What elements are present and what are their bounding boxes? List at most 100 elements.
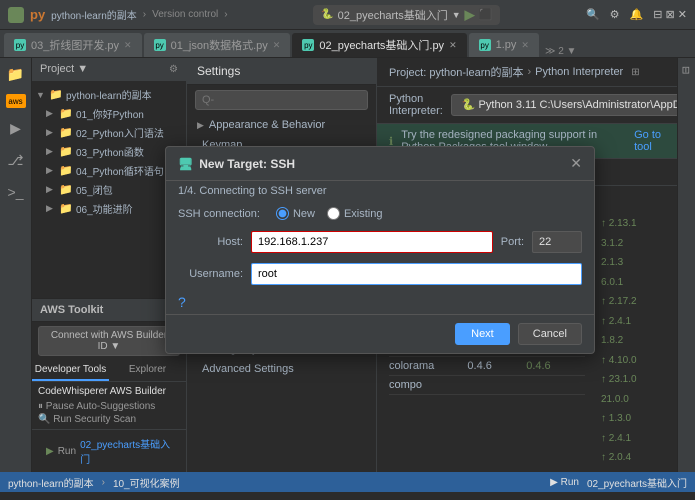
terminal-icon[interactable]: >_	[4, 180, 28, 204]
ssh-dialog: 🖥 New Target: SSH ✕ 1/4. Connecting to S…	[165, 146, 595, 354]
git-icon[interactable]: ⎇	[4, 148, 28, 172]
tab-03-py[interactable]: py 03_折线图开发.py ✕	[4, 33, 142, 57]
tree-item-01-label: 01_你好Python	[76, 106, 144, 121]
tree-item-01[interactable]: ▶ 📁 01_你好Python	[42, 104, 186, 123]
run-button-side[interactable]: ▶ Run 02_pyecharts基础入门	[38, 434, 180, 468]
run-icon-side[interactable]: ▶	[4, 116, 28, 140]
nav-appearance[interactable]: ▶ Appearance & Behavior	[187, 115, 376, 135]
cancel-button[interactable]: Cancel	[518, 323, 582, 345]
tree-item-02[interactable]: ▶ 📁 02_Python入门语法	[42, 123, 186, 142]
content-breadcrumb: Project: python-learn的副本 › Python Interp…	[377, 58, 677, 87]
tab-1-close[interactable]: ✕	[521, 40, 529, 51]
next-button[interactable]: Next	[455, 323, 510, 345]
tab-bar-row1: py 03_折线图开发.py ✕ py 01_json数据格式.py ✕ py …	[0, 30, 695, 58]
ssh-dialog-header: 🖥 New Target: SSH ✕	[166, 147, 594, 181]
tab-1-py[interactable]: py 1.py ✕	[469, 33, 539, 57]
bottom-bar: python-learn的副本 › 10_可视化案例 ▶ Run 02_pyec…	[0, 472, 695, 492]
settings-icon[interactable]: ⚙	[610, 8, 620, 21]
settings-title: Settings	[197, 64, 240, 78]
aws-builder-btn[interactable]: Connect with AWS Builder ID ▼	[38, 326, 180, 356]
project-menu[interactable]: py	[30, 7, 45, 22]
radio-existing[interactable]: Existing	[327, 207, 383, 220]
settings-search-box	[187, 85, 376, 115]
nav-advanced[interactable]: Advanced Settings	[187, 359, 376, 379]
radio-existing-label: Existing	[344, 208, 383, 220]
tree-root[interactable]: ▼ 📁 python-learn的副本	[32, 85, 186, 104]
port-label: Port:	[501, 236, 524, 248]
ssh-close-btn[interactable]: ✕	[570, 155, 582, 172]
dev-tools-tabs: Developer Tools Explorer	[32, 360, 186, 382]
run-config-name: 02_pyecharts基础入门	[338, 7, 448, 23]
version-control-label[interactable]: Version control	[152, 9, 218, 20]
radio-new[interactable]: New	[276, 207, 315, 220]
tree-item-05-label: 05_闭包	[76, 182, 113, 197]
tab-1-label: 1.py	[496, 39, 517, 51]
run-section: ▶ Run 02_pyecharts基础入门	[32, 429, 186, 472]
project-panel-header: Project ▼ ⚙	[32, 58, 186, 81]
py-icon-02: py	[302, 39, 314, 51]
username-label: Username:	[178, 268, 243, 280]
py-icon-1: py	[479, 39, 491, 51]
tree-item-02-label: 02_Python入门语法	[76, 125, 164, 140]
stop-button-top[interactable]: ⬛	[479, 8, 493, 21]
project-tree: ▼ 📁 python-learn的副本 ▶ 📁 01_你好Python ▶ 📁 …	[32, 81, 186, 298]
aws-section-header: AWS Toolkit	[32, 298, 186, 322]
project-settings[interactable]: ⚙	[169, 64, 178, 75]
tab-03-label: 03_折线图开发.py	[31, 37, 119, 53]
breadcrumb-project: Project: python-learn的副本	[389, 64, 524, 80]
username-input[interactable]	[251, 263, 582, 285]
settings-search-input[interactable]	[195, 90, 368, 110]
tab-01-label: 01_json数据格式.py	[171, 37, 268, 53]
nav-advanced-label: Advanced Settings	[202, 363, 294, 375]
toolbar-right: 🔍 ⚙ 🔔 ⊟ ⊠ ✕	[586, 8, 687, 21]
run-security-scan[interactable]: 🔍 Run Security Scan	[38, 414, 180, 425]
aws-icon[interactable]: aws	[6, 94, 26, 108]
main-layout: 📁 aws ▶ ⎇ >_ Project ▼ ⚙ ▼ 📁 python-lear…	[0, 58, 695, 472]
info-link[interactable]: Go to tool	[634, 129, 665, 153]
interpreter-label: Python Interpreter:	[389, 93, 443, 117]
ssh-connection-type: SSH connection: New Existing	[166, 201, 594, 226]
interpreter-bar: Python Interpreter: 🐍 Python 3.11 C:\Use…	[377, 87, 677, 124]
pause-suggestions[interactable]: ⏸ Pause Auto-Suggestions	[38, 401, 180, 412]
ssh-step-indicator: 1/4. Connecting to SSH server	[166, 181, 594, 201]
tab-01-py[interactable]: py 01_json数据格式.py ✕	[144, 33, 291, 57]
tree-item-06-label: 06_功能进阶	[76, 201, 133, 216]
tab-03-close[interactable]: ✕	[124, 40, 132, 51]
run-config-selector[interactable]: 🐍 02_pyecharts基础入门 ▼ ▶ ⬛	[313, 5, 500, 25]
run-label: Run	[58, 446, 76, 457]
host-input[interactable]	[251, 231, 493, 253]
left-sidebar-icons: 📁 aws ▶ ⎇ >_	[0, 58, 32, 472]
bottom-path: 02_pyecharts基础入门	[587, 475, 687, 490]
more-tabs[interactable]: ≫ 2 ▼	[545, 46, 576, 57]
ssh-step-text: 1/4. Connecting to SSH server	[178, 185, 327, 197]
arrow-root: ▼	[36, 90, 46, 100]
breadcrumb-section: Python Interpreter	[535, 66, 623, 78]
bottom-example: 10_可视化案例	[113, 475, 180, 490]
pkg-row-colorama[interactable]: colorama 0.4.6 0.4.6	[389, 357, 585, 376]
py-icon: py	[14, 39, 26, 51]
search-icon[interactable]: 🔍	[586, 8, 600, 21]
window-controls[interactable]: ⊟ ⊠ ✕	[653, 8, 687, 21]
notifications-icon[interactable]: 🔔	[630, 8, 644, 21]
ssh-help-icon[interactable]: ?	[178, 294, 186, 310]
notifications-panel[interactable]: ⊟	[679, 62, 694, 78]
run-file-label: 02_pyecharts基础入门	[80, 436, 172, 466]
project-name-tab: python-learn的副本	[51, 7, 137, 22]
explorer-tab[interactable]: Explorer	[109, 360, 186, 381]
developer-tools-tab[interactable]: Developer Tools	[32, 360, 109, 381]
settings-expand[interactable]: ⊞	[631, 67, 639, 78]
bottom-run-label: ▶ Run	[550, 477, 579, 488]
pkg-row-compo[interactable]: compo	[389, 376, 585, 395]
top-bar: py python-learn的副本 › Version control › 🐍…	[0, 0, 695, 30]
tab-02-close[interactable]: ✕	[449, 40, 457, 51]
project-icon[interactable]: 📁	[4, 62, 28, 86]
run-button-top[interactable]: ▶	[465, 7, 475, 23]
interpreter-select[interactable]: 🐍 Python 3.11 C:\Users\Administrator\App…	[451, 94, 677, 116]
tab-01-close[interactable]: ✕	[273, 40, 281, 51]
port-input[interactable]	[532, 231, 582, 253]
app-logo	[8, 7, 24, 23]
tab-02-label: 02_pyecharts基础入门.py	[319, 37, 444, 53]
tree-item-04-label: 04_Python循环语句	[76, 163, 164, 178]
tree-root-label: python-learn的副本	[66, 87, 152, 102]
tab-02-py[interactable]: py 02_pyecharts基础入门.py ✕	[292, 33, 466, 57]
